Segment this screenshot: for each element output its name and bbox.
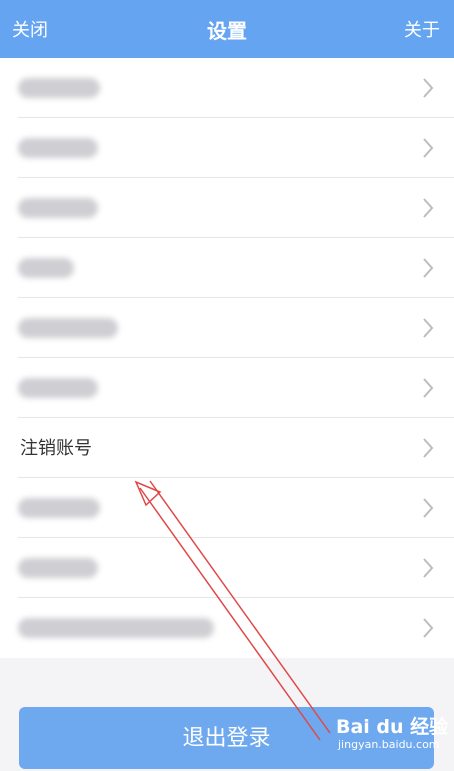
blurred-label bbox=[18, 318, 118, 338]
chevron-right-icon bbox=[423, 378, 434, 398]
watermark: Bai du 经验 jingyan.baidu.com bbox=[336, 708, 454, 756]
settings-item-6[interactable] bbox=[0, 358, 454, 418]
settings-item-2[interactable] bbox=[0, 118, 454, 178]
chevron-right-icon bbox=[423, 618, 434, 638]
settings-item-8[interactable] bbox=[0, 478, 454, 538]
chevron-right-icon bbox=[423, 198, 434, 218]
blurred-label bbox=[18, 258, 74, 278]
chevron-right-icon bbox=[423, 558, 434, 578]
blurred-label bbox=[18, 558, 98, 578]
chevron-right-icon bbox=[423, 258, 434, 278]
watermark-brand: Bai du 经验 bbox=[336, 716, 449, 738]
blurred-label bbox=[18, 78, 100, 98]
chevron-right-icon bbox=[423, 138, 434, 158]
blurred-label bbox=[18, 498, 100, 518]
chevron-right-icon bbox=[423, 498, 434, 518]
settings-item-5[interactable] bbox=[0, 298, 454, 358]
chevron-right-icon bbox=[423, 318, 434, 338]
settings-item-4[interactable] bbox=[0, 238, 454, 298]
blurred-label bbox=[18, 138, 98, 158]
settings-item-3[interactable] bbox=[0, 178, 454, 238]
blurred-label bbox=[18, 378, 98, 398]
blurred-label bbox=[18, 618, 214, 638]
blurred-label bbox=[18, 198, 98, 218]
settings-item-label: 注销账号 bbox=[20, 438, 92, 459]
settings-item-10[interactable] bbox=[0, 598, 454, 658]
settings-item-deactivate-account[interactable]: 注销账号 bbox=[0, 418, 454, 478]
settings-item-1[interactable] bbox=[0, 58, 454, 118]
watermark-site: jingyan.baidu.com bbox=[338, 738, 440, 751]
about-button[interactable]: 关于 bbox=[404, 0, 440, 58]
settings-item-9[interactable] bbox=[0, 538, 454, 598]
settings-list: 注销账号 bbox=[0, 58, 454, 658]
chevron-right-icon bbox=[423, 78, 434, 98]
page-title: 设置 bbox=[207, 19, 247, 43]
top-bar: 关闭 设置 关于 bbox=[0, 0, 454, 58]
chevron-right-icon bbox=[423, 438, 434, 458]
